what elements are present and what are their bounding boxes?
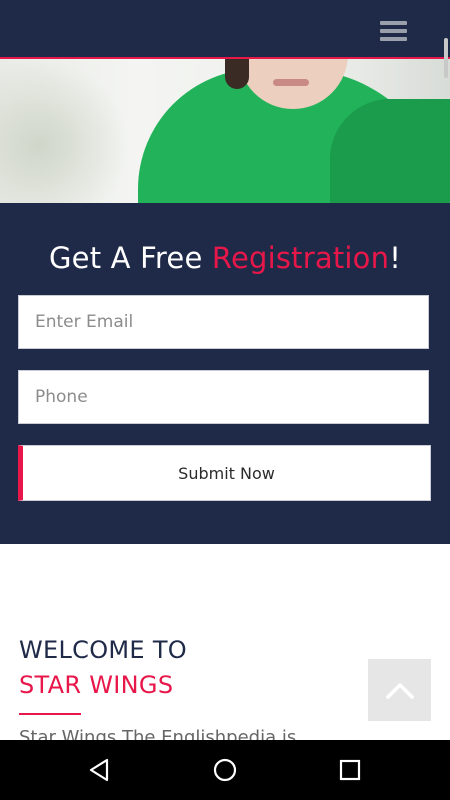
registration-title-suffix: ! [389, 241, 402, 275]
top-header-bar [0, 0, 450, 57]
recents-square-icon[interactable] [337, 757, 363, 783]
hero-lips [273, 79, 309, 86]
email-input[interactable] [18, 295, 429, 349]
registration-title-accent: Registration [211, 241, 390, 275]
scrollbar[interactable] [444, 38, 448, 78]
system-navigation-bar [0, 740, 450, 800]
hamburger-menu-icon[interactable] [380, 21, 407, 41]
hamburger-line [380, 29, 407, 33]
chevron-up-icon [385, 683, 414, 699]
hamburger-line [380, 37, 407, 41]
registration-section: Get A Free Registration! Submit Now [0, 203, 450, 544]
phone-input[interactable] [18, 370, 429, 424]
back-triangle-icon[interactable] [87, 757, 113, 783]
welcome-heading-line1: WELCOME TO [19, 636, 187, 664]
registration-title-prefix: Get A Free [48, 241, 212, 275]
hero-image [0, 59, 450, 203]
hero-background-blur [0, 59, 130, 203]
hamburger-line [380, 21, 407, 25]
home-circle-icon[interactable] [212, 757, 238, 783]
registration-title: Get A Free Registration! [0, 241, 450, 275]
hero-hair [225, 59, 249, 89]
welcome-underline [19, 713, 81, 715]
back-to-top-button[interactable] [368, 659, 431, 721]
welcome-heading-line2: STAR WINGS [19, 671, 174, 699]
submit-now-button[interactable]: Submit Now [18, 445, 431, 501]
hero-sweater-shade [330, 99, 450, 203]
